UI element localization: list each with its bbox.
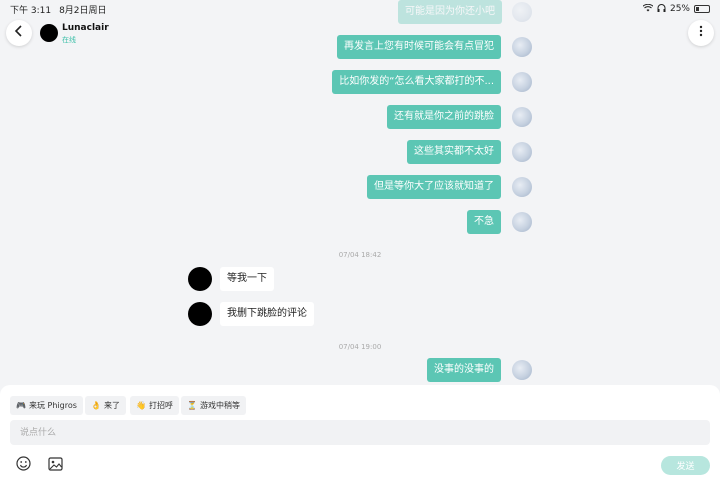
message-outgoing: 还有就是你之前的跳脸 (387, 105, 501, 129)
message-bubble: 没事的没事的 (427, 358, 501, 382)
timestamp-separator: 07/04 18:42 (338, 251, 382, 259)
quick-reply-label: 来玩 Phigros (28, 401, 77, 410)
image-button[interactable] (47, 456, 63, 475)
message-bubble: 还有就是你之前的跳脸 (387, 105, 501, 129)
composer-panel: 🎮 来玩 Phigros 👌 来了 👋 打招呼 ⏳ 游戏中稍等 发送 (0, 385, 720, 500)
timestamp-separator: 07/04 19:00 (338, 343, 382, 351)
quick-reply-label: 打招呼 (148, 401, 173, 410)
message-bubble: 这些其实都不太好 (407, 140, 501, 164)
contact-name: Lunaclair (62, 23, 109, 33)
message-bubble: 我删下跳脸的评论 (220, 302, 314, 326)
chat-header: Lunaclair 在线 (0, 18, 720, 50)
more-vertical-icon (699, 25, 703, 41)
ok-hand-icon: 👌 (91, 401, 101, 410)
message-incoming: 我删下跳脸的评论 (220, 302, 314, 326)
message-outgoing: 比如你发的“怎么看大家都打的不... (332, 70, 501, 94)
smiley-icon (15, 455, 31, 475)
my-avatar[interactable] (512, 212, 532, 232)
battery-icon (694, 5, 710, 13)
status-time: 下午 3:11 (10, 5, 52, 16)
contact-avatar[interactable] (40, 24, 58, 42)
chevron-left-icon (14, 25, 24, 41)
message-outgoing: 没事的没事的 (427, 358, 501, 382)
gamepad-icon: 🎮 (16, 401, 26, 410)
message-outgoing: 这些其实都不太好 (407, 140, 501, 164)
status-date: 8月2日周日 (59, 5, 107, 16)
message-outgoing: 但是等你大了应该就知道了 (367, 175, 501, 199)
contact-avatar[interactable] (188, 302, 212, 326)
wave-icon: 👋 (136, 401, 146, 410)
quick-reply-chip[interactable]: 👋 打招呼 (130, 396, 179, 415)
message-incoming: 等我一下 (220, 267, 274, 291)
quick-reply-label: 游戏中稍等 (199, 401, 240, 410)
contact-online-status: 在线 (62, 36, 76, 44)
hourglass-icon: ⏳ (187, 401, 197, 410)
status-bar: 下午 3:11 8月2日周日 25% (0, 0, 720, 18)
quick-reply-label: 来了 (103, 401, 120, 410)
my-avatar[interactable] (512, 360, 532, 380)
wifi-icon (642, 3, 654, 15)
message-bubble: 比如你发的“怎么看大家都打的不... (332, 70, 501, 94)
headphones-icon (657, 3, 666, 15)
chat-area[interactable]: 可能是因为你还小吧 再发言上您有时候可能会有点冒犯 比如你发的“怎么看大家都打的… (0, 0, 720, 385)
message-bubble: 但是等你大了应该就知道了 (367, 175, 501, 199)
message-bubble: 等我一下 (220, 267, 274, 291)
image-icon (47, 456, 63, 475)
message-input[interactable] (10, 420, 710, 445)
my-avatar[interactable] (512, 107, 532, 127)
message-bubble: 不急 (467, 210, 501, 234)
contact-avatar[interactable] (188, 267, 212, 291)
message-outgoing: 不急 (467, 210, 501, 234)
quick-reply-chip[interactable]: 🎮 来玩 Phigros (10, 396, 83, 415)
my-avatar[interactable] (512, 177, 532, 197)
my-avatar[interactable] (512, 142, 532, 162)
quick-reply-chip[interactable]: 👌 来了 (85, 396, 126, 415)
quick-reply-chip[interactable]: ⏳ 游戏中稍等 (181, 396, 246, 415)
more-options-button[interactable] (688, 20, 714, 46)
my-avatar[interactable] (512, 72, 532, 92)
send-button[interactable]: 发送 (661, 456, 710, 475)
battery-percent: 25% (669, 4, 690, 14)
back-button[interactable] (6, 20, 32, 46)
emoji-button[interactable] (15, 455, 31, 475)
